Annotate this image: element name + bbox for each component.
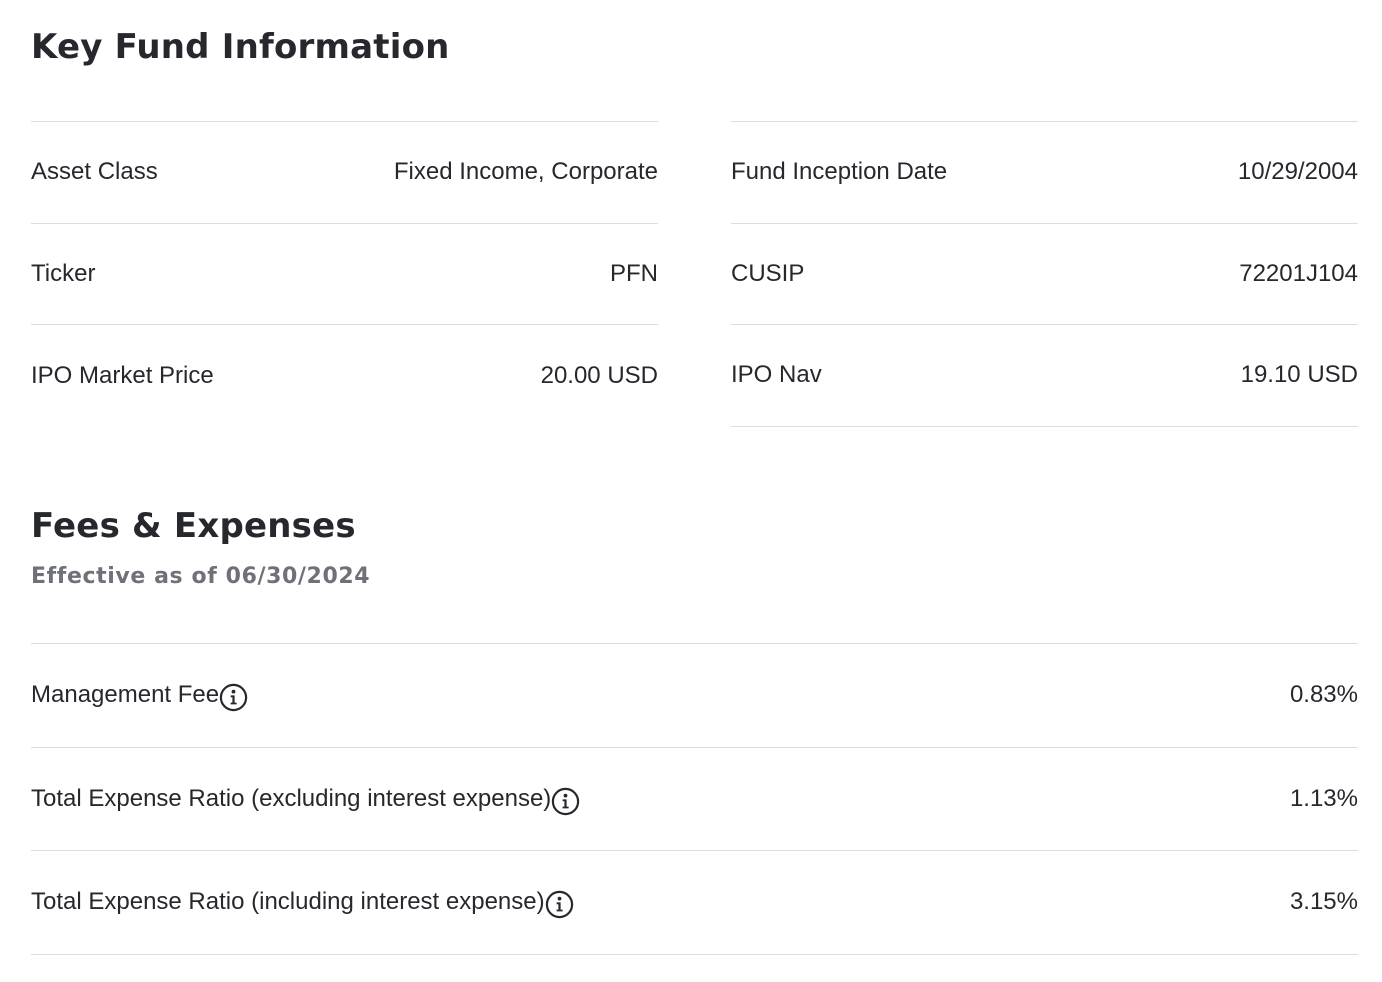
info-value: 10/29/2004: [1237, 158, 1358, 186]
info-row-ticker: Ticker PFN: [31, 224, 658, 325]
fee-value: 1.13%: [1289, 784, 1358, 812]
fee-label-group: Total Expense Ratio (excluding interest …: [31, 782, 580, 816]
info-value: 72201J104: [1239, 259, 1358, 287]
fee-label-group: Management Fee: [31, 678, 248, 712]
fees-expenses-heading: Fees & Expenses: [31, 506, 356, 546]
key-fund-info-left-column: Asset Class Fixed Income, Corporate Tick…: [31, 121, 658, 427]
info-label: Asset Class: [31, 158, 158, 186]
info-row-ipo-nav: IPO Nav 19.10 USD: [731, 325, 1358, 427]
info-value: 19.10 USD: [1240, 361, 1358, 389]
info-row-cusip: CUSIP 72201J104: [731, 224, 1358, 325]
fee-row-ter-excluding: Total Expense Ratio (excluding interest …: [31, 748, 1358, 852]
info-label: Ticker: [31, 259, 96, 287]
fee-label: Management Fee: [31, 681, 220, 709]
info-icon[interactable]: [219, 683, 248, 712]
fee-row-ter-including: Total Expense Ratio (including interest …: [31, 851, 1358, 955]
info-icon[interactable]: [545, 890, 574, 919]
info-icon[interactable]: [551, 787, 580, 816]
info-row-asset-class: Asset Class Fixed Income, Corporate: [31, 122, 658, 224]
key-fund-information-heading: Key Fund Information: [31, 27, 450, 67]
fee-label: Total Expense Ratio (excluding interest …: [31, 784, 552, 812]
fee-label-group: Total Expense Ratio (including interest …: [31, 885, 574, 919]
info-label: CUSIP: [731, 259, 805, 287]
fee-value: 3.15%: [1289, 888, 1358, 916]
info-value: PFN: [610, 259, 658, 287]
fees-effective-date: Effective as of 06/30/2024: [31, 564, 371, 589]
info-label: IPO Market Price: [31, 361, 214, 389]
info-row-ipo-market-price: IPO Market Price 20.00 USD: [31, 325, 658, 427]
fee-value: 0.83%: [1289, 681, 1358, 709]
fee-row-management-fee: Management Fee 0.83%: [31, 644, 1358, 748]
info-value: 20.00 USD: [540, 361, 658, 389]
info-label: Fund Inception Date: [731, 158, 948, 186]
info-row-fund-inception-date: Fund Inception Date 10/29/2004: [731, 122, 1358, 224]
info-value: Fixed Income, Corporate: [393, 158, 658, 186]
key-fund-info-right-column: Fund Inception Date 10/29/2004 CUSIP 722…: [731, 121, 1358, 427]
fees-table: Management Fee 0.83% Total Expense Ratio…: [31, 643, 1358, 955]
fee-label: Total Expense Ratio (including interest …: [31, 888, 545, 916]
info-label: IPO Nav: [731, 361, 822, 389]
